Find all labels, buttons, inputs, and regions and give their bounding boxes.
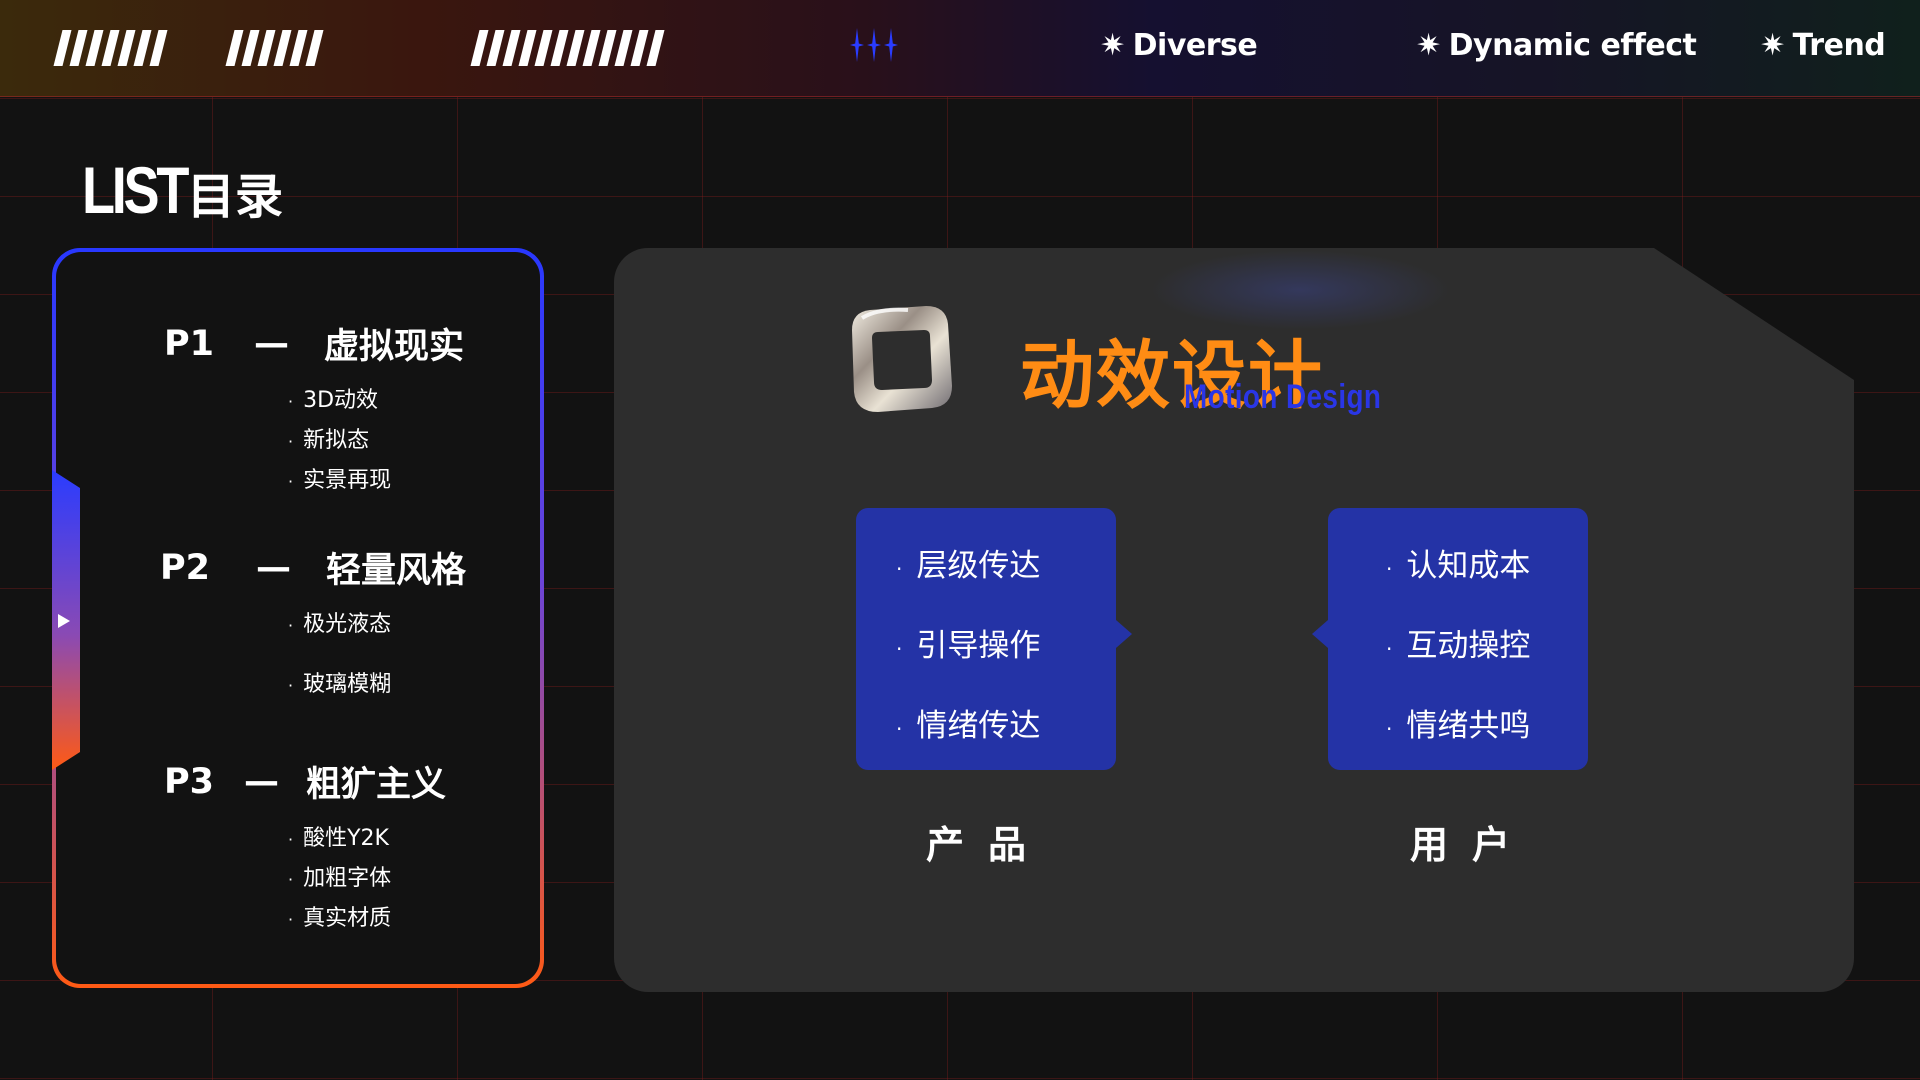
card-item: · 互动操控 [1386, 628, 1531, 664]
toc-section-p2[interactable]: P2 — 轻量风格 [160, 542, 466, 593]
glass-cube-icon [848, 302, 958, 414]
toc-item: · 酸性Y2K [288, 826, 389, 851]
star-icon: ✷ [1100, 28, 1125, 63]
stripe-group-2 [225, 30, 324, 66]
sparkle-icon [850, 28, 898, 62]
main-subtitle: Motion Design [1184, 378, 1382, 416]
card-item: · 层级传达 [896, 548, 1041, 584]
toc-section-p3[interactable]: P3 — 粗犷主义 [164, 756, 446, 807]
toc-item: · 真实材质 [288, 906, 392, 931]
card-item: · 认知成本 [1386, 548, 1531, 584]
page-title: LIST 目录 [82, 153, 284, 227]
play-icon [58, 614, 70, 628]
tag-diverse: ✷ Diverse [1100, 28, 1258, 63]
toc-section-p1[interactable]: P1 — 虚拟现实 [164, 318, 464, 369]
product-label: 产品 [926, 823, 1051, 867]
card-item: · 情绪传达 [896, 708, 1041, 744]
toc-item: · 实景再现 [288, 468, 392, 493]
toc-item: · 新拟态 [288, 428, 370, 453]
tag-trend: ✷ Trend [1760, 28, 1886, 63]
toc-indicator-tab[interactable] [52, 470, 80, 770]
stripe-group-3 [470, 30, 665, 66]
tag-dynamic-effect: ✷ Dynamic effect [1416, 28, 1697, 63]
toc-item: · 玻璃模糊 [288, 672, 392, 697]
stripe-group-1 [53, 30, 168, 66]
product-card: · 层级传达 · 引导操作 · 情绪传达 [856, 508, 1132, 770]
toc-item: · 极光液态 [288, 612, 392, 637]
star-icon: ✷ [1760, 28, 1785, 63]
toc-item: · 加粗字体 [288, 866, 392, 891]
star-icon: ✷ [1416, 28, 1441, 63]
card-item: · 引导操作 [896, 628, 1041, 664]
card-item: · 情绪共鸣 [1386, 708, 1531, 744]
user-label: 用户 [1410, 823, 1535, 867]
top-banner: ✷ Diverse ✷ Dynamic effect ✷ Trend [0, 0, 1920, 97]
toc-item: · 3D动效 [288, 388, 379, 413]
user-card: · 认知成本 · 互动操控 · 情绪共鸣 [1312, 508, 1588, 770]
